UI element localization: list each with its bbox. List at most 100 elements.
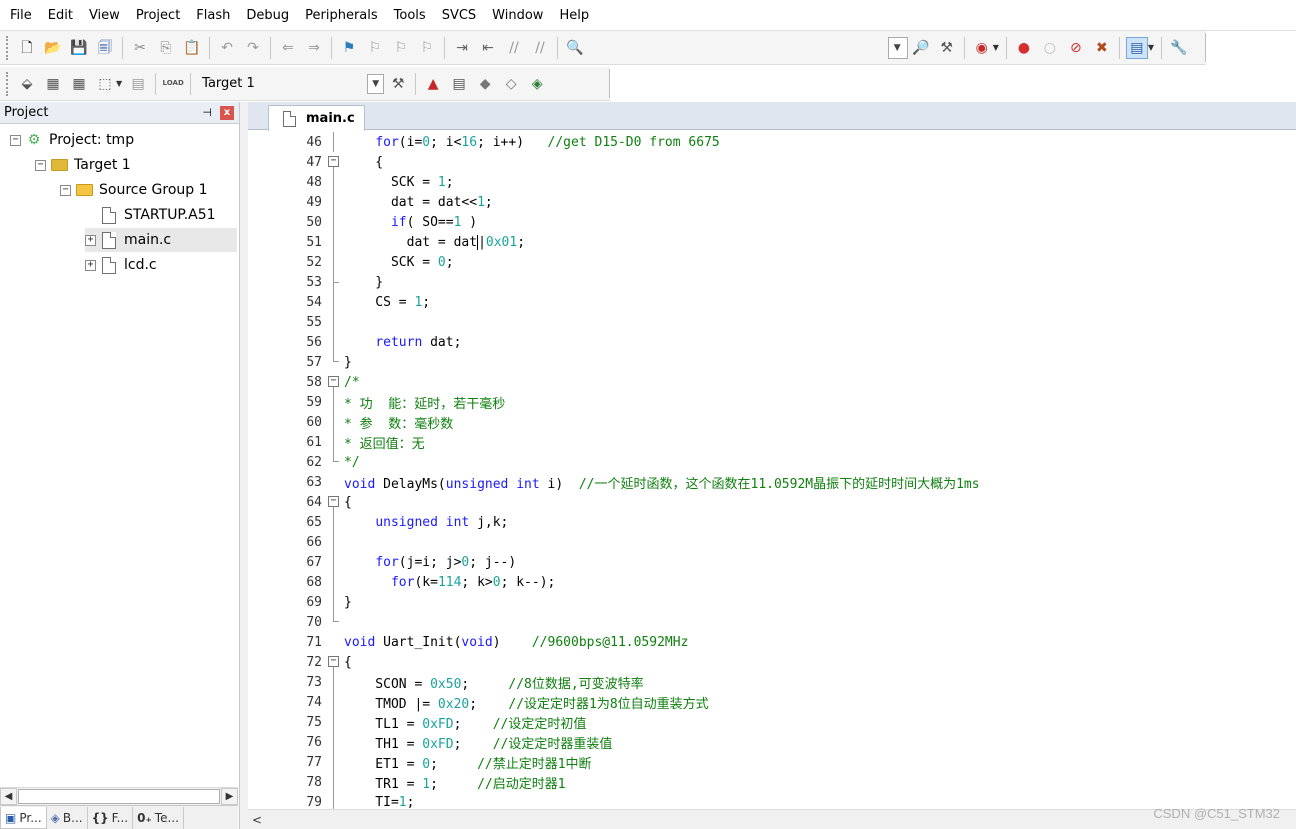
fold-toggle-icon[interactable]: −: [325, 652, 341, 672]
chevron-down-icon[interactable]: ▼: [367, 73, 385, 94]
code-line[interactable]: 59 * 功 能：延时，若干毫秒: [248, 392, 1296, 412]
code-line[interactable]: 49 dat = dat<<1;: [248, 192, 1296, 212]
code-line[interactable]: 74 TMOD |= 0x20; //设定定时器1为8位自动重装方式: [248, 692, 1296, 712]
select-packs-icon[interactable]: ◆: [474, 73, 496, 95]
code-line[interactable]: 46 for(i=0; i<16; i++) //get D15-D0 from…: [248, 132, 1296, 152]
code-line[interactable]: 57}: [248, 352, 1296, 372]
menu-project[interactable]: Project: [128, 0, 188, 31]
tab-templates[interactable]: 0₊ Te...: [133, 807, 184, 829]
scrollbar-thumb[interactable]: [18, 789, 220, 804]
code-line[interactable]: 77 ET1 = 0; //禁止定时器1中断: [248, 752, 1296, 772]
tab-books[interactable]: ◈ B...: [47, 807, 88, 829]
code-line[interactable]: 54 CS = 1;: [248, 292, 1296, 312]
find-combo[interactable]: ▼: [887, 36, 908, 59]
code-line[interactable]: 62 */: [248, 452, 1296, 472]
breakpoint-icon[interactable]: ●: [1013, 37, 1035, 59]
collapse-icon[interactable]: −: [60, 184, 71, 196]
manage-components-icon[interactable]: ▲: [422, 73, 444, 95]
menu-help[interactable]: Help: [551, 0, 597, 31]
menu-flash[interactable]: Flash: [188, 0, 238, 31]
code-line[interactable]: 63 void DelayMs(unsigned int i) //一个延时函数，…: [248, 472, 1296, 492]
code-line[interactable]: 56 return dat;: [248, 332, 1296, 352]
code-line[interactable]: 68 for(k=114; k>0; k--);: [248, 572, 1296, 592]
open-file-icon[interactable]: 📂: [42, 37, 64, 59]
code-line[interactable]: 72−{: [248, 652, 1296, 672]
code-line[interactable]: 78 TR1 = 1; //启动定时器1: [248, 772, 1296, 792]
code-line[interactable]: 61 * 返回值：无: [248, 432, 1296, 452]
unindent-icon[interactable]: ⇤: [477, 37, 499, 59]
expand-icon[interactable]: +: [85, 259, 96, 271]
stop-build-icon[interactable]: ▤: [127, 73, 149, 95]
scroll-left-icon[interactable]: <: [252, 813, 262, 827]
disable-breakpoint-icon[interactable]: ○: [1039, 37, 1061, 59]
menu-edit[interactable]: Edit: [40, 0, 81, 31]
uncomment-icon[interactable]: //: [529, 37, 551, 59]
code-line[interactable]: 70: [248, 612, 1296, 632]
target-options-icon[interactable]: ⚒: [387, 73, 409, 95]
code-line[interactable]: 65 unsigned int j,k;: [248, 512, 1296, 532]
copy-icon[interactable]: ⎘: [155, 37, 177, 59]
collapse-icon[interactable]: −: [35, 159, 46, 171]
clear-bookmarks-icon[interactable]: ⚐: [416, 37, 438, 59]
next-bookmark-icon[interactable]: ⚐: [390, 37, 412, 59]
cut-icon[interactable]: ✂: [129, 37, 151, 59]
code-line[interactable]: 75 TL1 = 0xFD; //设定定时初值: [248, 712, 1296, 732]
tree-source-group[interactable]: − Source Group 1: [60, 178, 208, 202]
tree-file-startup[interactable]: STARTUP.A51: [85, 203, 216, 227]
chevron-down-icon[interactable]: ▼: [889, 38, 906, 58]
navigate-back-icon[interactable]: ⇐: [277, 37, 299, 59]
download-icon[interactable]: LOAD: [162, 73, 184, 95]
chevron-down-icon[interactable]: ▼: [1148, 43, 1154, 52]
kill-all-breakpoints-icon[interactable]: ✖: [1091, 37, 1113, 59]
code-line[interactable]: 55: [248, 312, 1296, 332]
save-icon[interactable]: 💾: [68, 37, 90, 59]
toolbar-grip[interactable]: [6, 71, 9, 96]
project-horizontal-scrollbar[interactable]: ◀ ▶: [0, 787, 238, 805]
undo-icon[interactable]: ↶: [216, 37, 238, 59]
code-line[interactable]: 47− {: [248, 152, 1296, 172]
menu-svcs[interactable]: SVCS: [434, 0, 484, 31]
chevron-down-icon[interactable]: ▼: [993, 43, 999, 52]
new-file-icon[interactable]: 🗋: [16, 37, 38, 59]
pack-installer-icon[interactable]: ◇: [500, 73, 522, 95]
pin-icon[interactable]: ⊣: [202, 106, 212, 119]
chevron-down-icon[interactable]: ▼: [116, 79, 122, 88]
paste-icon[interactable]: 📋: [181, 37, 203, 59]
code-line[interactable]: 66: [248, 532, 1296, 552]
menu-view[interactable]: View: [81, 0, 128, 31]
code-line[interactable]: 51 dat = dat|0x01;: [248, 232, 1296, 252]
scroll-right-icon[interactable]: ▶: [221, 788, 238, 805]
expand-icon[interactable]: +: [85, 234, 96, 246]
batch-build-icon[interactable]: ⬚: [94, 73, 116, 95]
code-line[interactable]: 60 * 参 数：毫秒数: [248, 412, 1296, 432]
tree-file-lcd[interactable]: + lcd.c: [85, 253, 157, 277]
tree-file-main[interactable]: + main.c: [85, 228, 237, 252]
collapse-icon[interactable]: −: [10, 134, 21, 146]
find-in-files-icon[interactable]: 🔍: [564, 37, 586, 59]
prev-bookmark-icon[interactable]: ⚐: [364, 37, 386, 59]
indent-icon[interactable]: ⇥: [451, 37, 473, 59]
close-icon[interactable]: x: [220, 105, 234, 120]
code-line[interactable]: 67 for(j=i; j>0; j--): [248, 552, 1296, 572]
tree-target[interactable]: − Target 1: [35, 153, 131, 177]
comment-icon[interactable]: //: [503, 37, 525, 59]
code-line[interactable]: 69}: [248, 592, 1296, 612]
bookmark-icon[interactable]: ⚑: [338, 37, 360, 59]
file-extensions-icon[interactable]: ▤: [448, 73, 470, 95]
tab-main-c[interactable]: main.c: [268, 105, 365, 131]
fold-toggle-icon[interactable]: −: [325, 492, 341, 512]
toolbar-grip[interactable]: [6, 35, 9, 60]
rte-icon[interactable]: ◈: [526, 73, 548, 95]
save-all-icon[interactable]: 🗐: [94, 37, 116, 59]
menu-window[interactable]: Window: [484, 0, 551, 31]
code-line[interactable]: 50 if( SO==1 ): [248, 212, 1296, 232]
editor-horizontal-scrollbar[interactable]: <: [248, 809, 1296, 829]
code-line[interactable]: 71 void Uart_Init(void) //9600bps@11.0592…: [248, 632, 1296, 652]
fold-toggle-icon[interactable]: −: [325, 152, 341, 172]
tab-project[interactable]: ▣ Pr...: [0, 807, 47, 829]
code-line[interactable]: 52 SCK = 0;: [248, 252, 1296, 272]
navigate-forward-icon[interactable]: ⇒: [303, 37, 325, 59]
tab-functions[interactable]: {} F...: [88, 807, 134, 829]
code-line[interactable]: 53 }: [248, 272, 1296, 292]
menu-debug[interactable]: Debug: [238, 0, 297, 31]
